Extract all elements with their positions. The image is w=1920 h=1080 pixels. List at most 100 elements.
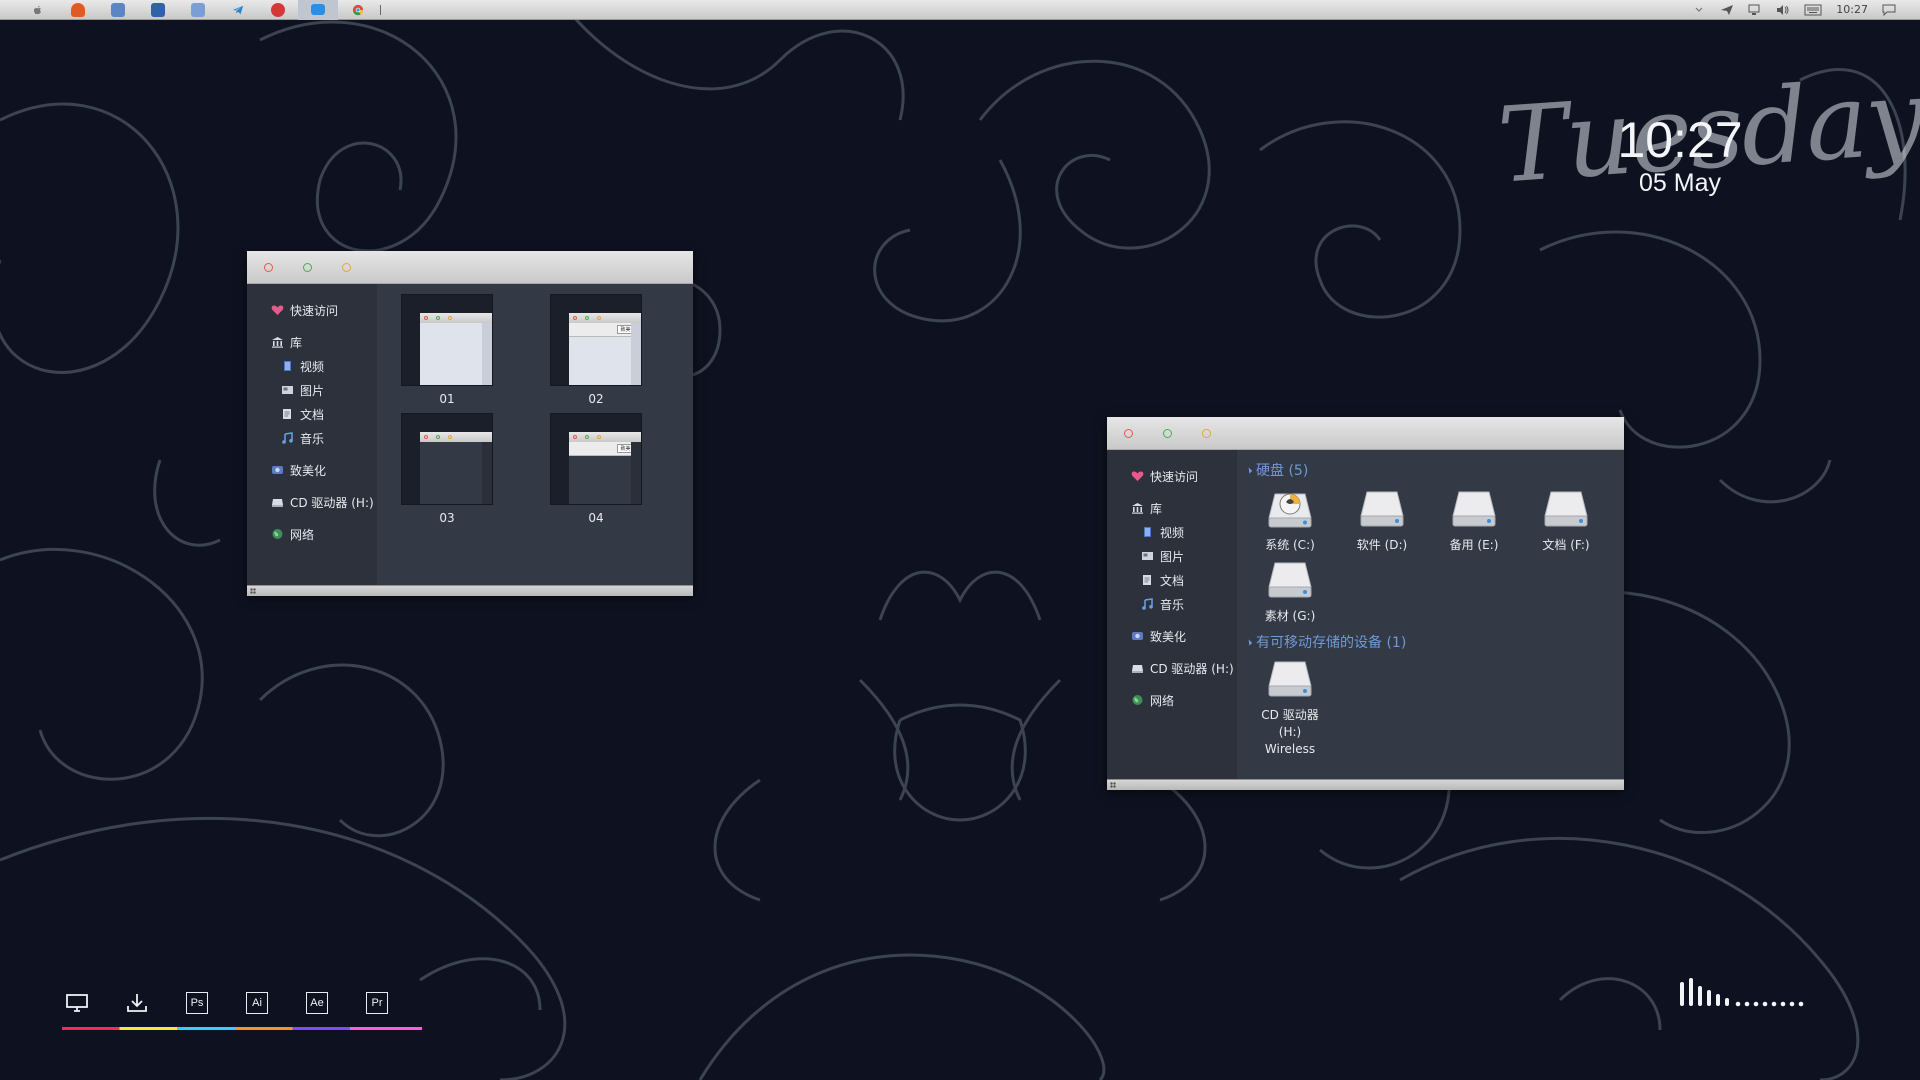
nav-documents[interactable]: 文档: [247, 402, 377, 426]
save-app-icon: [151, 2, 165, 17]
nav-cd-drive[interactable]: CD 驱动器 (H:): [1107, 656, 1237, 680]
nav-network[interactable]: 网络: [1107, 688, 1237, 712]
network-icon[interactable]: [1748, 4, 1762, 16]
taskbar-app-chrome[interactable]: [338, 0, 378, 20]
explorer-window-themes: 快速访问 库 视频 图片 文档 音乐 致美化 CD 驱动器 (H:) 网络 01…: [247, 251, 693, 596]
notification-icon[interactable]: [1882, 4, 1896, 16]
theme-thumbnail-01[interactable]: 01: [401, 294, 493, 406]
drive-c[interactable]: 系统 (C:): [1250, 486, 1330, 554]
nav-label: 快速访问: [1150, 469, 1199, 484]
theme-thumbnail-03[interactable]: 03: [401, 413, 493, 525]
nav-music[interactable]: 音乐: [247, 426, 377, 450]
taskbar-app-folder[interactable]: [298, 0, 338, 20]
taskbar-apps: [0, 0, 381, 20]
nav-beautify[interactable]: 致美化: [247, 458, 377, 482]
nav-label: CD 驱动器 (H:): [290, 495, 374, 510]
status-bar: [247, 585, 693, 596]
audio-visualizer: [1680, 978, 1804, 1007]
mini-window: [420, 313, 492, 385]
dock-rainbow-bar: [62, 1027, 422, 1030]
tray-chevron-icon[interactable]: [1692, 4, 1706, 16]
window-titlebar[interactable]: [247, 251, 693, 284]
dock-download-button[interactable]: [122, 988, 152, 1018]
heart-icon: [271, 305, 284, 315]
drive-cd-h[interactable]: CD 驱动器 (H:) Wireless: [1250, 656, 1330, 758]
hard-drive-icon: [1360, 491, 1404, 527]
theme-thumbnail-02[interactable]: 致美化 02: [550, 294, 642, 406]
nav-documents[interactable]: 文档: [1107, 568, 1237, 592]
section-hard-drives[interactable]: 硬盘 (5): [1245, 460, 1309, 480]
maximize-button[interactable]: [303, 262, 312, 272]
nav-network[interactable]: 网络: [247, 522, 377, 546]
taskbar-app-orange[interactable]: [58, 0, 98, 20]
window-titlebar[interactable]: [1107, 417, 1624, 450]
send-icon[interactable]: [1720, 4, 1734, 16]
hard-drive-icon: [1544, 491, 1588, 527]
taskbar-app-red[interactable]: [258, 0, 298, 20]
maximize-button[interactable]: [1163, 428, 1172, 438]
drive-icon: [1132, 665, 1143, 673]
nav-label: 文档: [1160, 573, 1185, 588]
section-removable[interactable]: 有可移动存储的设备 (1): [1245, 632, 1406, 652]
minimize-button[interactable]: [1202, 428, 1211, 438]
nav-videos[interactable]: 视频: [1107, 520, 1237, 544]
taskbar-app-monitor[interactable]: [178, 0, 218, 20]
beautify-icon: [1132, 632, 1143, 640]
nav-beautify[interactable]: 致美化: [1107, 624, 1237, 648]
nav-label: 网络: [290, 527, 315, 542]
drive-d[interactable]: 软件 (D:): [1342, 486, 1422, 554]
dock-desktop-button[interactable]: [62, 988, 92, 1018]
nav-library[interactable]: 库: [247, 330, 377, 354]
nav-library[interactable]: 库: [1107, 496, 1237, 520]
premiere-icon: Pr: [366, 992, 388, 1014]
drive-label-line: (H:): [1278, 725, 1302, 739]
taskbar-app-save[interactable]: [138, 0, 178, 20]
nav-quick-access[interactable]: 快速访问: [1107, 464, 1237, 488]
minimize-button[interactable]: [342, 262, 351, 272]
drive-label-line: CD 驱动器: [1261, 708, 1319, 722]
taskbar-clock[interactable]: 10:27: [1836, 0, 1868, 20]
hard-drive-icon: [1452, 491, 1496, 527]
drive-f[interactable]: 文档 (F:): [1526, 486, 1606, 554]
close-button[interactable]: [1124, 428, 1133, 438]
system-tray: 10:27: [1692, 0, 1920, 20]
nav-label: 文档: [300, 407, 325, 422]
bottom-dock: Ps Ai Ae Pr: [62, 988, 392, 1018]
explorer-window-this-pc: 快速访问 库 视频 图片 文档 音乐 致美化 CD 驱动器 (H:) 网络 硬盘…: [1107, 417, 1624, 790]
dock-illustrator-button[interactable]: Ai: [242, 988, 272, 1018]
globe-icon: [272, 529, 283, 539]
telegram-icon: [232, 5, 244, 14]
orange-app-icon: [71, 2, 85, 17]
nav-music[interactable]: 音乐: [1107, 592, 1237, 616]
nav-label: 视频: [1160, 525, 1185, 540]
dock-aftereffects-button[interactable]: Ae: [302, 988, 332, 1018]
nav-quick-access[interactable]: 快速访问: [247, 298, 377, 322]
drive-icon: [272, 499, 283, 507]
resize-grip[interactable]: [1110, 782, 1116, 788]
mini-window: 致美化: [569, 313, 641, 385]
nav-label: 致美化: [290, 463, 327, 478]
apple-menu-button[interactable]: [18, 0, 58, 20]
nav-pictures[interactable]: 图片: [247, 378, 377, 402]
resize-grip[interactable]: [250, 588, 256, 594]
dock-premiere-button[interactable]: Pr: [362, 988, 392, 1018]
keyboard-icon[interactable]: [1804, 4, 1822, 16]
close-button[interactable]: [264, 262, 273, 272]
dock-photoshop-button[interactable]: Ps: [182, 988, 212, 1018]
drive-g[interactable]: 素材 (G:): [1250, 557, 1330, 625]
nav-cd-drive[interactable]: CD 驱动器 (H:): [247, 490, 377, 514]
taskbar-app-doc[interactable]: [98, 0, 138, 20]
library-icon: [1132, 503, 1143, 514]
thumbnail-label: 03: [439, 511, 455, 525]
nav-videos[interactable]: 视频: [247, 354, 377, 378]
theme-thumbnail-04[interactable]: 致美化 04: [550, 413, 642, 525]
section-title: 硬盘 (5): [1256, 463, 1309, 479]
clock-date: 05 May: [1639, 169, 1721, 197]
content-pane: 硬盘 (5) 系统 (C:) 软件 (D:) 备用 (E:) 文档 (F:) 素…: [1237, 450, 1624, 779]
drive-e[interactable]: 备用 (E:): [1434, 486, 1514, 554]
volume-icon[interactable]: [1776, 4, 1790, 16]
taskbar-app-telegram[interactable]: [218, 0, 258, 20]
thumbnail-preview: [401, 294, 493, 386]
nav-pictures[interactable]: 图片: [1107, 544, 1237, 568]
heart-icon: [1131, 471, 1144, 481]
